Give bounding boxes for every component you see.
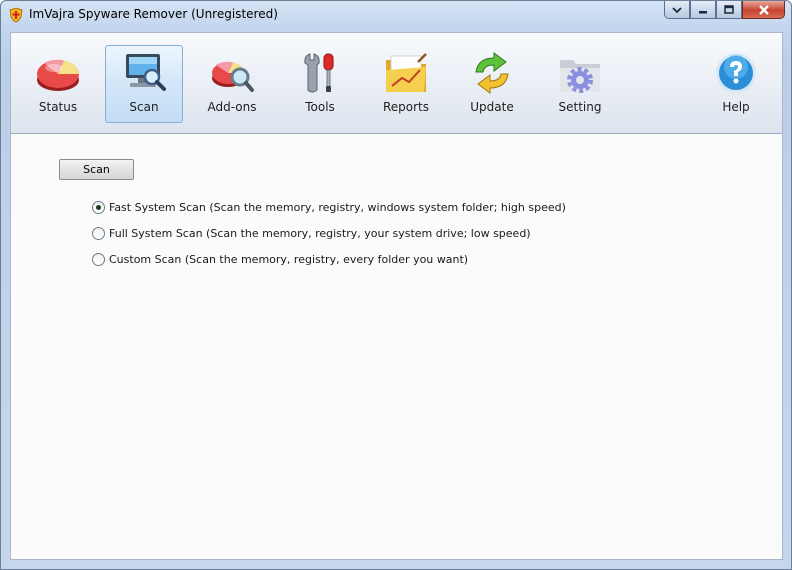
pie-chart-icon — [37, 59, 80, 91]
full-scan-label[interactable]: Full System Scan (Scan the memory, regis… — [109, 227, 531, 240]
toolbar-item-label: Tools — [305, 100, 335, 114]
scan-button[interactable]: Scan — [59, 159, 134, 180]
toolbar-item-reports[interactable]: Reports — [367, 45, 445, 123]
minimize-button[interactable] — [690, 1, 716, 19]
toolbar-item-addons[interactable]: Add-ons — [193, 45, 271, 123]
custom-scan-label[interactable]: Custom Scan (Scan the memory, registry, … — [109, 253, 468, 266]
toolbar-item-status[interactable]: Status — [19, 45, 97, 123]
toolbar-item-label: Scan — [129, 100, 159, 114]
toolbar-item-label: Status — [38, 100, 78, 114]
fast-scan-radio[interactable] — [92, 201, 105, 214]
toolbar-item-help[interactable]: Help — [697, 45, 775, 123]
toolbar-item-label: Help — [722, 100, 750, 114]
full-scan-radio[interactable] — [92, 227, 105, 240]
help-icon — [716, 53, 756, 93]
maximize-button[interactable] — [716, 1, 742, 19]
title-bar[interactable]: ImVajra Spyware Remover (Unregistered) — [1, 1, 791, 31]
help-dropdown-button[interactable] — [664, 1, 690, 19]
radio-selected-dot — [96, 205, 101, 210]
toolbar-item-update[interactable]: Update — [453, 45, 531, 123]
minimize-icon — [699, 10, 707, 13]
close-button[interactable] — [742, 1, 785, 19]
toolbar-item-tools[interactable]: Tools — [281, 45, 359, 123]
folder-chart-icon — [386, 53, 427, 92]
caption-buttons — [664, 1, 785, 19]
tools-icon — [304, 53, 334, 93]
toolbar-item-scan[interactable]: Scan — [105, 45, 183, 123]
toolbar-item-label: Setting — [558, 100, 602, 114]
full-scan-option[interactable]: Full System Scan (Scan the memory, regis… — [92, 227, 531, 240]
main-toolbar: Status Scan Add-ons Tools Reports Update… — [10, 32, 783, 134]
toolbar-item-setting[interactable]: Setting — [541, 45, 619, 123]
scan-panel: Scan Fast System Scan (Scan the memory, … — [10, 134, 783, 560]
fast-scan-option[interactable]: Fast System Scan (Scan the memory, regis… — [92, 201, 566, 214]
addons-magnifier-icon — [212, 61, 254, 92]
toolbar-item-label: Reports — [382, 100, 430, 114]
toolbar-item-label: Update — [470, 100, 514, 114]
monitor-magnifier-icon — [126, 54, 166, 91]
close-icon — [758, 4, 769, 15]
app-window: ImVajra Spyware Remover (Unregistered) S… — [0, 0, 792, 570]
gear-folder-icon — [560, 60, 600, 93]
window-title: ImVajra Spyware Remover (Unregistered) — [29, 7, 278, 21]
toolbar-item-label: Add-ons — [207, 100, 257, 114]
custom-scan-option[interactable]: Custom Scan (Scan the memory, registry, … — [92, 253, 468, 266]
chevron-down-icon — [672, 6, 682, 13]
maximize-icon — [724, 5, 734, 14]
custom-scan-radio[interactable] — [92, 253, 105, 266]
fast-scan-label[interactable]: Fast System Scan (Scan the memory, regis… — [109, 201, 566, 214]
refresh-arrows-icon — [475, 52, 509, 94]
app-shield-icon — [9, 7, 23, 23]
